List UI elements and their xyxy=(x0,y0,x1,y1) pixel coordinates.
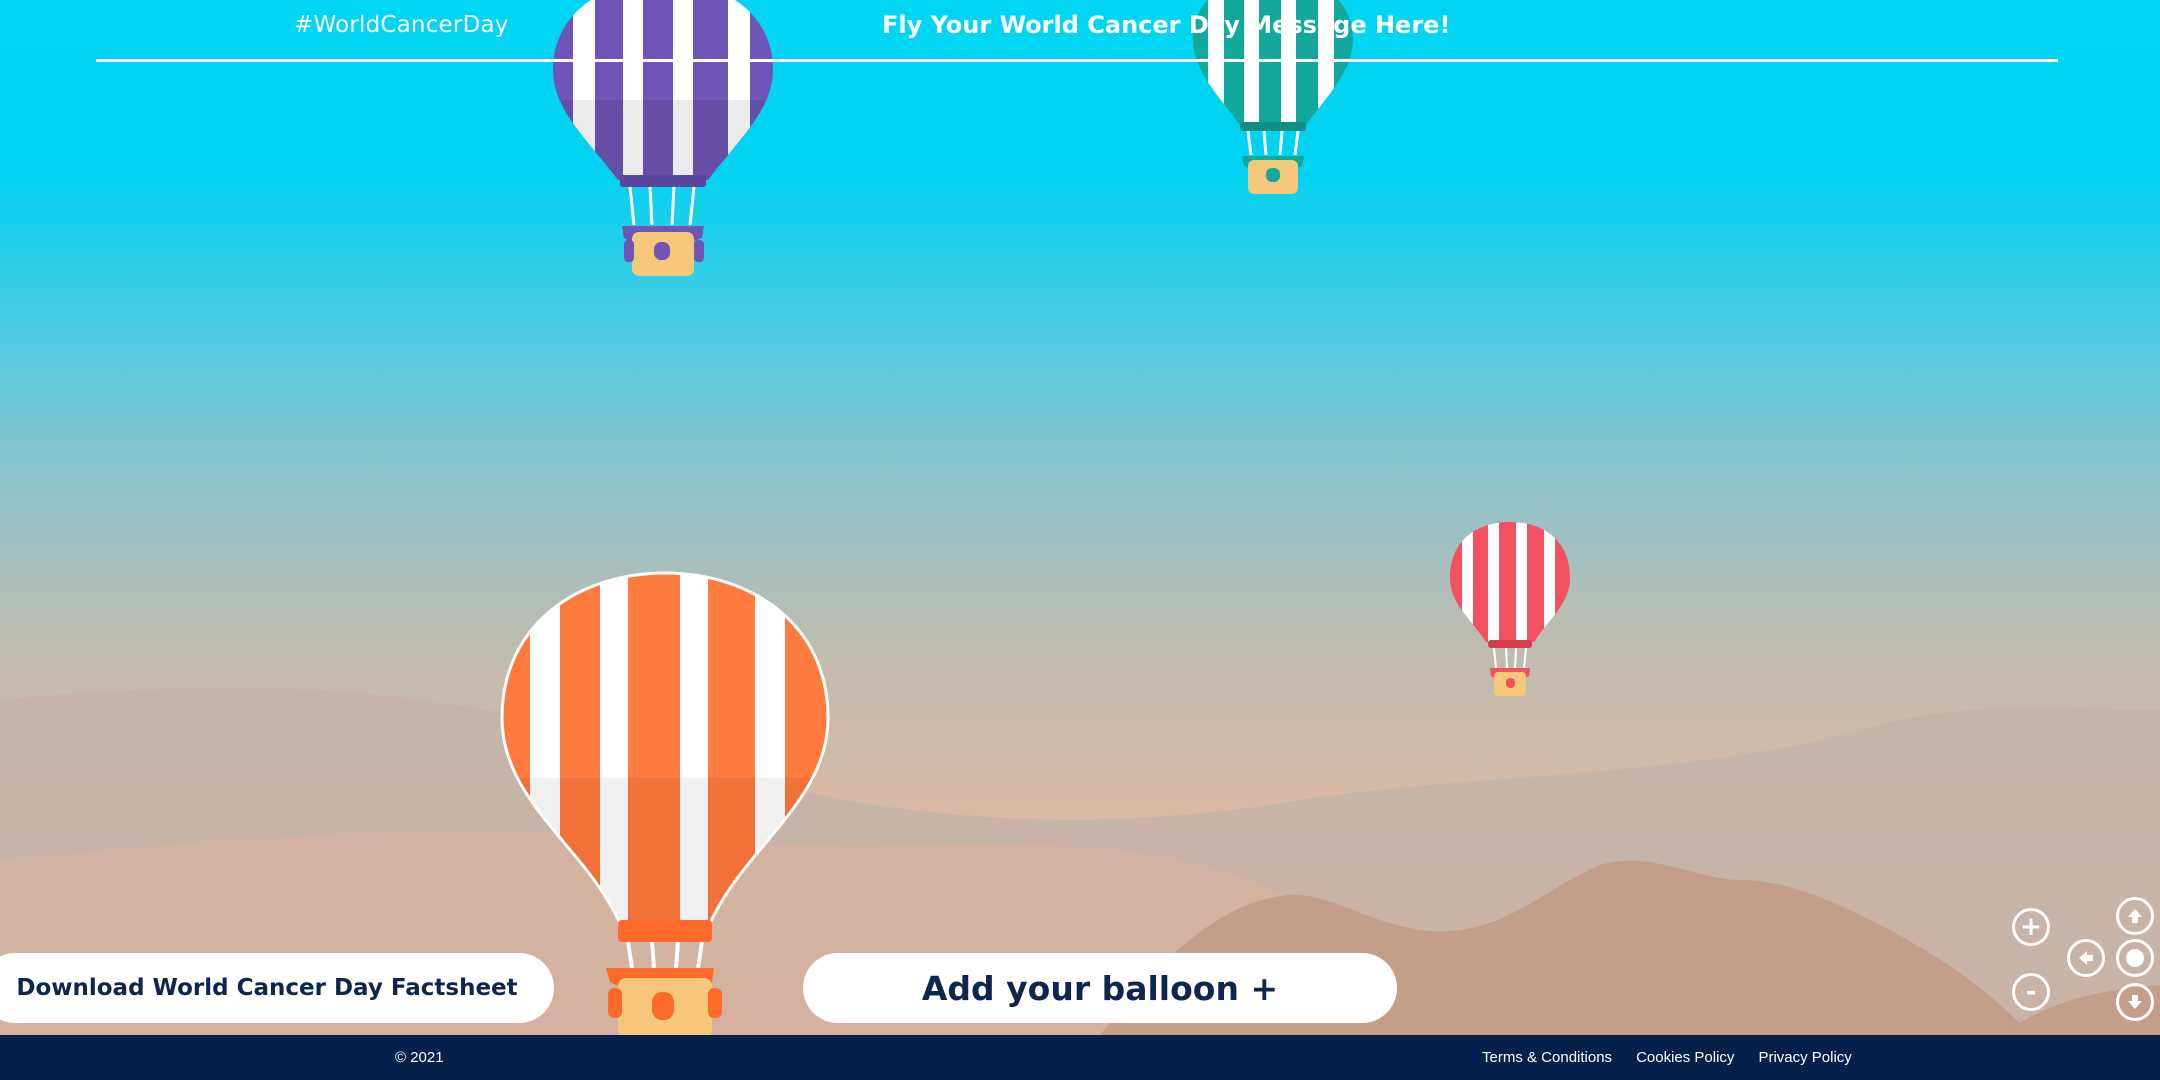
minus-icon: - xyxy=(2025,977,2037,1007)
arrow-down-icon xyxy=(2128,995,2142,1009)
footer-links: Terms & Conditions Cookies Policy Privac… xyxy=(1482,1049,1852,1066)
zoom-out-button[interactable]: - xyxy=(2012,973,2050,1011)
plus-icon: + xyxy=(2020,912,2042,942)
header-divider xyxy=(96,59,2058,62)
pan-left-button[interactable] xyxy=(2067,939,2105,977)
download-factsheet-button[interactable]: Download World Cancer Day Factsheet xyxy=(0,953,554,1023)
sky-scene[interactable]: #WorldCancerDay Fly Your World Cancer Da… xyxy=(0,0,2160,1035)
copyright-text: © 2021 xyxy=(395,1049,444,1066)
arrow-left-icon xyxy=(2079,951,2093,965)
pan-up-button[interactable] xyxy=(2116,897,2154,935)
hashtag-label: #WorldCancerDay xyxy=(294,12,509,38)
red-balloon[interactable] xyxy=(1448,520,1572,700)
footer: © 2021 Terms & Conditions Cookies Policy… xyxy=(0,1035,2160,1080)
cookies-policy-link[interactable]: Cookies Policy xyxy=(1636,1049,1734,1066)
privacy-policy-link[interactable]: Privacy Policy xyxy=(1758,1049,1851,1066)
purple-balloon[interactable] xyxy=(548,0,778,290)
zoom-in-button[interactable]: + xyxy=(2012,908,2050,946)
add-balloon-button[interactable]: Add your balloon + xyxy=(803,953,1397,1023)
center-view-button[interactable] xyxy=(2116,939,2154,977)
center-dot-icon xyxy=(2126,949,2144,967)
terms-link[interactable]: Terms & Conditions xyxy=(1482,1049,1612,1066)
orange-balloon[interactable] xyxy=(500,568,830,1035)
arrow-up-icon xyxy=(2128,909,2142,923)
page-title: Fly Your World Cancer Day Message Here! xyxy=(882,11,1451,39)
mountain-background xyxy=(0,688,2160,1035)
pan-down-button[interactable] xyxy=(2116,983,2154,1021)
